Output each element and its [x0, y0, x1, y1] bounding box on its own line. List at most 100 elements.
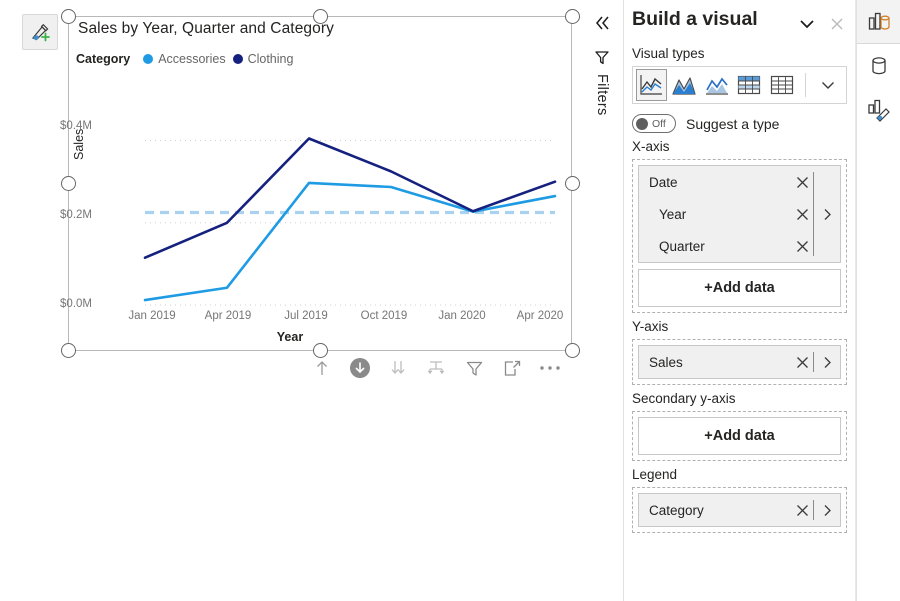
y-tick-label-2: $0.4M — [60, 120, 92, 132]
well-label-secondary-y-axis: Secondary y-axis — [632, 391, 736, 406]
x-tick-label-5: Apr 2020 — [516, 310, 564, 322]
rail-button-format[interactable] — [857, 88, 900, 132]
visual-type-area-chart[interactable] — [669, 69, 700, 101]
matrix-icon — [738, 75, 761, 95]
filter-button[interactable] — [462, 356, 486, 380]
field-chip-year[interactable]: Year — [639, 198, 813, 230]
resize-handle-top-left[interactable] — [61, 9, 76, 24]
x-axis-title: Year — [276, 330, 304, 344]
expand-all-icon — [391, 361, 405, 374]
x-tick-label-3: Oct 2019 — [360, 310, 408, 322]
field-chip-label: Quarter — [659, 238, 705, 254]
suggest-a-type-label: Suggest a type — [686, 115, 780, 132]
close-icon — [796, 504, 808, 516]
field-options-button[interactable] — [814, 166, 840, 262]
resize-handle-bottom-left[interactable] — [61, 343, 76, 358]
suggest-a-type-row[interactable]: Off Suggest a type — [632, 114, 855, 133]
field-chip-rows: Category — [639, 494, 813, 526]
y-axis-title: Sales — [72, 128, 86, 160]
visual-type-matrix[interactable] — [734, 69, 765, 101]
field-chip-group-x-axis: Date Year Quarter — [638, 165, 841, 263]
visual-type-stacked-area-chart[interactable] — [702, 69, 733, 101]
expand-all-button[interactable] — [386, 356, 410, 380]
chevron-down-icon — [800, 20, 814, 29]
visual-types-expand-button[interactable] — [812, 69, 843, 101]
line-chart-icon — [640, 75, 663, 95]
resize-handle-bottom-right[interactable] — [565, 343, 580, 358]
field-chip-quarter[interactable]: Quarter — [639, 230, 813, 262]
visual-type-table[interactable] — [767, 69, 798, 101]
field-options-button[interactable] — [814, 346, 840, 378]
line-chart-plot[interactable] — [68, 16, 572, 316]
chevron-right-icon — [824, 356, 831, 368]
chevron-down-icon — [821, 82, 834, 89]
gallery-divider — [805, 73, 807, 97]
drill-down-button[interactable] — [348, 356, 372, 380]
suggest-a-type-toggle[interactable]: Off — [632, 114, 676, 133]
add-data-button-secondary-y-axis[interactable]: +Add data — [638, 417, 841, 455]
drill-up-icon — [317, 361, 327, 375]
focus-mode-button[interactable] — [500, 356, 524, 380]
resize-handle-bottom-center[interactable] — [313, 343, 328, 358]
field-chip-rows: Sales — [639, 346, 813, 378]
well-legend[interactable]: Category — [632, 487, 847, 533]
field-options-button[interactable] — [814, 494, 840, 526]
data-icon — [872, 57, 886, 75]
drill-through-icon — [427, 361, 445, 375]
remove-field-button[interactable] — [791, 239, 813, 254]
x-tick-label-1: Apr 2019 — [204, 310, 252, 322]
toggle-state-label: Off — [652, 117, 666, 130]
filter-funnel-icon — [595, 51, 609, 65]
drill-up-button[interactable] — [310, 356, 334, 380]
table-icon — [771, 75, 794, 95]
rail-button-data[interactable] — [857, 44, 900, 88]
visual-types-gallery[interactable] — [632, 66, 847, 104]
resize-handle-middle-left[interactable] — [61, 176, 76, 191]
more-options-icon — [540, 366, 560, 370]
build-visual-icon — [868, 12, 890, 30]
field-chip-sales[interactable]: Sales — [639, 346, 813, 378]
format-icon — [868, 99, 890, 122]
filters-pane-icon — [592, 48, 612, 68]
field-chip-group-legend: Category — [638, 493, 841, 527]
remove-field-button[interactable] — [791, 175, 813, 190]
remove-field-button[interactable] — [791, 503, 813, 518]
well-y-axis[interactable]: Sales — [632, 339, 847, 385]
rail-button-build-visual[interactable] — [857, 0, 900, 44]
report-canvas[interactable]: Sales by Year, Quarter and Category Cate… — [0, 0, 580, 601]
focus-mode-icon — [504, 360, 520, 376]
build-visual-pane[interactable]: Build a visual Visual types Off Suggest … — [624, 0, 856, 601]
resize-handle-top-right[interactable] — [565, 9, 580, 24]
build-pane-header: Build a visual — [624, 0, 855, 44]
field-chip-category[interactable]: Category — [639, 494, 813, 526]
filters-pane-label: Filters — [594, 74, 610, 116]
pane-switcher-rail[interactable] — [856, 0, 900, 601]
visual-header-toolbar[interactable] — [310, 352, 572, 384]
well-label-y-axis: Y-axis — [632, 319, 669, 334]
field-chip-label: Year — [659, 206, 687, 222]
stacked-area-chart-icon — [705, 77, 728, 95]
x-tick-label-4: Jan 2020 — [438, 310, 486, 322]
drill-through-button[interactable] — [424, 356, 448, 380]
paintbrush-plus-button[interactable] — [22, 14, 58, 50]
well-x-axis[interactable]: Date Year Quarter +Add data — [632, 159, 847, 313]
build-pane-close-button[interactable] — [827, 14, 847, 34]
well-label-legend: Legend — [632, 467, 678, 482]
field-chip-date[interactable]: Date — [639, 166, 813, 198]
filters-expand-button[interactable] — [591, 12, 613, 34]
x-tick-label-2: Jul 2019 — [284, 310, 328, 322]
close-icon — [796, 208, 808, 220]
close-icon — [796, 356, 808, 368]
well-secondary-y-axis[interactable]: +Add data — [632, 411, 847, 461]
filters-pane-collapsed[interactable]: Filters — [580, 0, 624, 601]
more-options-button[interactable] — [538, 356, 562, 380]
remove-field-button[interactable] — [791, 207, 813, 222]
remove-field-button[interactable] — [791, 355, 813, 370]
resize-handle-middle-right[interactable] — [565, 176, 580, 191]
resize-handle-top-center[interactable] — [313, 9, 328, 24]
visual-type-line-chart[interactable] — [636, 69, 667, 101]
chevron-right-icon — [824, 208, 831, 220]
build-pane-collapse-button[interactable] — [797, 14, 817, 34]
y-tick-label-0: $0.0M — [60, 298, 92, 310]
add-data-button-x-axis[interactable]: +Add data — [638, 269, 841, 307]
